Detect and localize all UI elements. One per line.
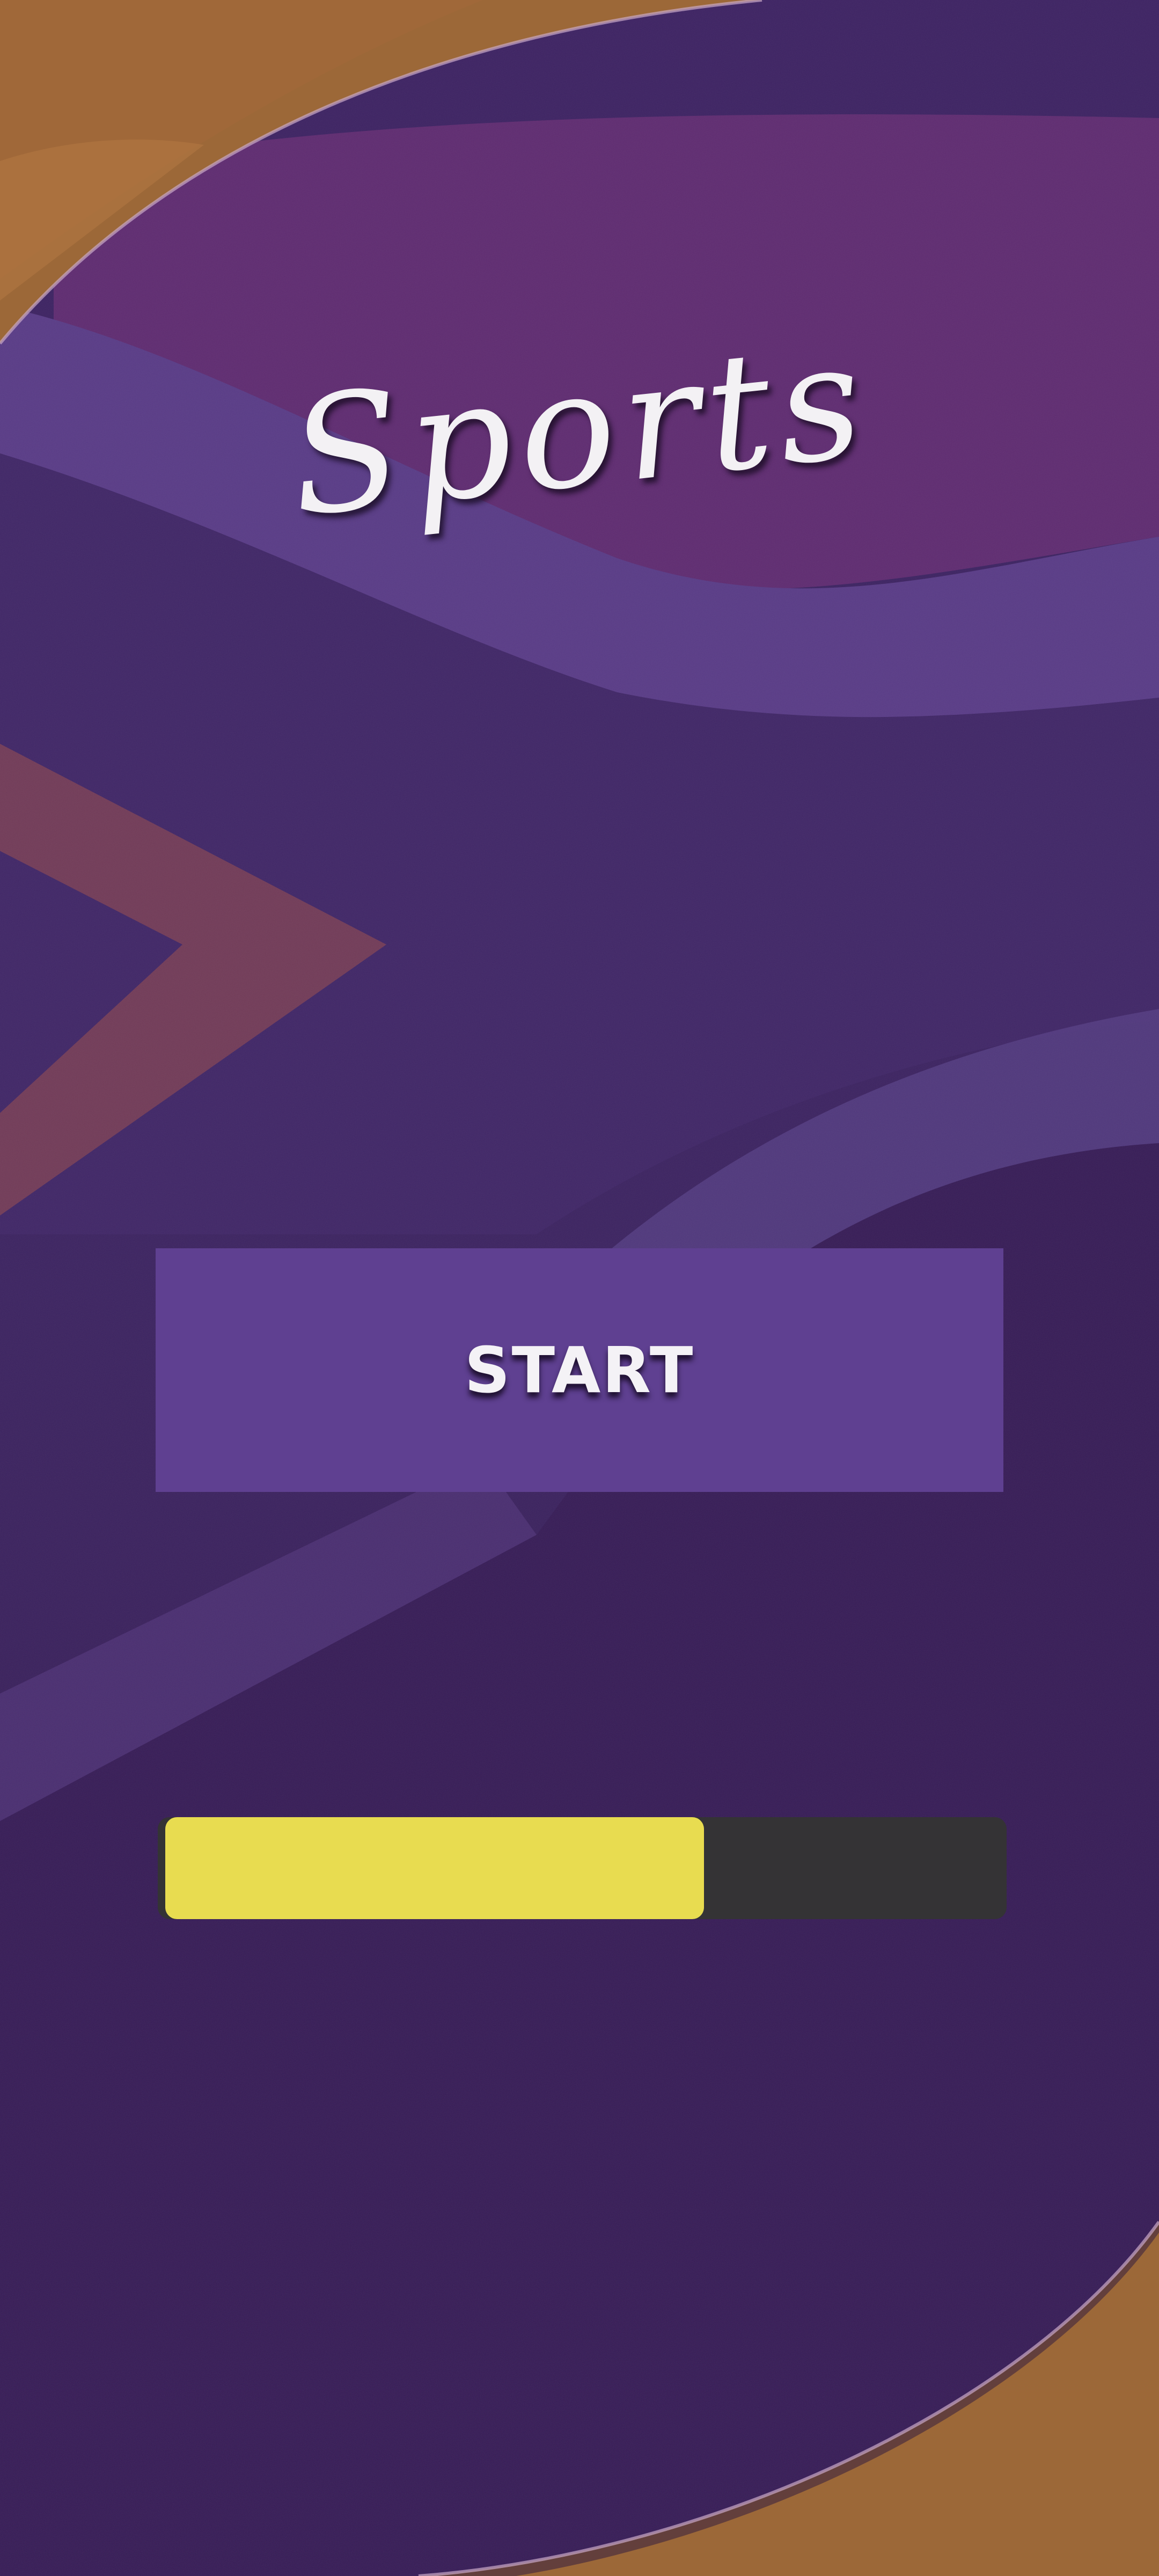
start-button-label: START: [464, 1333, 695, 1407]
loading-progress-bar: [158, 1817, 1007, 1919]
start-button[interactable]: START: [156, 1248, 1003, 1492]
loading-progress-fill: [165, 1817, 704, 1919]
